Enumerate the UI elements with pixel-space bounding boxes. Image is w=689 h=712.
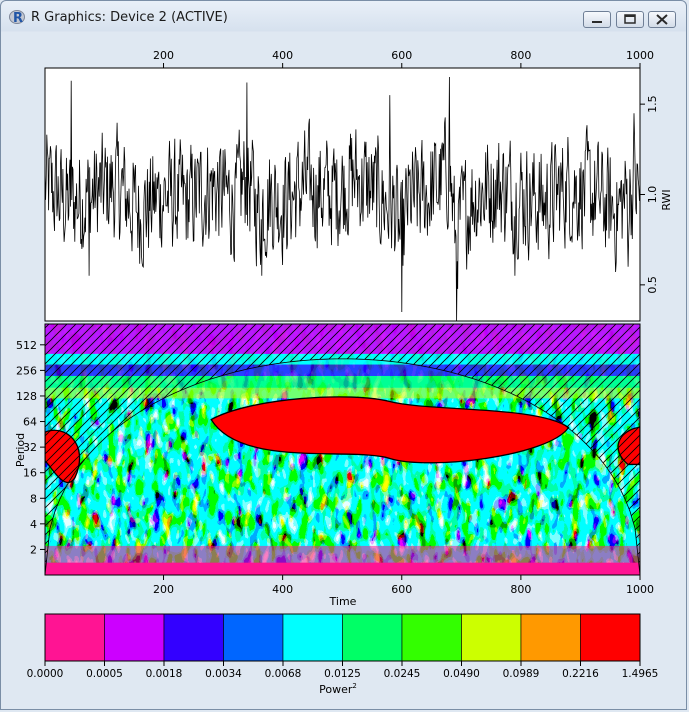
svg-text:R: R (13, 11, 23, 25)
r-logo-icon: R (9, 10, 25, 25)
legend-break-label-0: 0.0000 (27, 668, 64, 680)
wavelet-y-tick-label-6: 128 (16, 390, 37, 403)
power-band-0 (45, 562, 640, 575)
legend-title: Power2 (319, 682, 357, 696)
wavelet-x-tick-label-2: 600 (391, 583, 412, 596)
close-icon (656, 14, 668, 25)
rwi-y-tick-label-1: 1.0 (646, 186, 659, 204)
rwi-x-tick-label-1: 400 (272, 49, 293, 62)
legend-break-label-3: 0.0034 (205, 668, 242, 680)
rwi-x-tick-label-0: 200 (153, 49, 174, 62)
wavelet-y-tick-label-8: 512 (16, 339, 37, 352)
maximize-button[interactable] (616, 11, 644, 28)
rwi-y-tick-label-0: 0.5 (646, 276, 659, 294)
window-title: R Graphics: Device 2 (ACTIVE) (31, 10, 228, 25)
wavelet-panel: 200 400 600 800 1000248163264128256512 Time … (14, 323, 654, 608)
wavelet-y-tick-label-2: 8 (30, 492, 37, 505)
legend-title-text: Power (319, 683, 353, 696)
wavelet-y-tick-label-3: 16 (23, 467, 37, 480)
wavelet-x-tick-label-0: 200 (153, 583, 174, 596)
legend-swatch-7 (461, 613, 522, 662)
minimize-button[interactable] (583, 11, 611, 28)
minimize-icon (592, 21, 602, 23)
legend-break-label-6: 0.0245 (384, 668, 421, 680)
legend-swatch-8 (520, 613, 581, 662)
legend-swatch-0 (44, 613, 105, 662)
rwi-x-tick-label-2: 600 (391, 49, 412, 62)
wavelet-plot-canvas: 200 400 600 800 1000 0.5 1.0 1.5 RWI 200 400 600 8… (14, 49, 673, 696)
power-legend: 0.0000 0.0005 0.0018 0.0034 0.0068 0.0125 0.02… (27, 613, 659, 696)
wavelet-y-tick-label-0: 2 (30, 543, 37, 556)
legend-title-superscript: 2 (352, 682, 356, 690)
rwi-panel: 200 400 600 800 1000 0.5 1.0 1.5 RWI (44, 49, 673, 322)
maximize-icon (624, 14, 636, 24)
legend-break-label-2: 0.0018 (146, 668, 183, 680)
legend-break-label-5: 0.0125 (324, 668, 361, 680)
wavelet-x-tick-label-1: 400 (272, 583, 293, 596)
wavelet-x-tick-label-3: 800 (510, 583, 531, 596)
title-bar[interactable]: R R Graphics: Device 2 (ACTIVE) (1, 1, 686, 35)
legend-break-label-8: 0.0989 (503, 668, 540, 680)
legend-break-label-4: 0.0068 (265, 668, 302, 680)
wavelet-y-tick-label-5: 64 (23, 416, 37, 429)
legend-swatch-5 (342, 613, 403, 662)
legend-swatch-3 (223, 613, 284, 662)
legend-break-label-10: 1.4965 (622, 668, 659, 680)
legend-break-label-1: 0.0005 (86, 668, 123, 680)
wavelet-y-axis-title: Period (14, 433, 27, 467)
legend-break-label-7: 0.0490 (443, 668, 480, 680)
wavelet-x-tick-label-4: 1000 (626, 583, 654, 596)
power-band-1 (45, 545, 640, 563)
rwi-x-tick-label-4: 1000 (626, 49, 654, 62)
wavelet-x-axis-title: Time (329, 595, 357, 608)
legend-swatch-4 (282, 613, 343, 662)
rwi-y-axis-title: RWI (660, 189, 673, 210)
rwi-x-tick-label-3: 800 (510, 49, 531, 62)
legend-swatch-9 (580, 613, 641, 662)
close-button[interactable] (648, 11, 676, 28)
legend-break-label-9: 0.2216 (562, 668, 599, 680)
wavelet-y-tick-label-1: 4 (30, 518, 37, 531)
legend-swatch-6 (401, 613, 462, 662)
legend-swatch-2 (163, 613, 224, 662)
wavelet-y-tick-label-7: 256 (16, 364, 37, 377)
rwi-y-tick-label-2: 1.5 (646, 95, 659, 113)
legend-swatch-1 (104, 613, 165, 662)
